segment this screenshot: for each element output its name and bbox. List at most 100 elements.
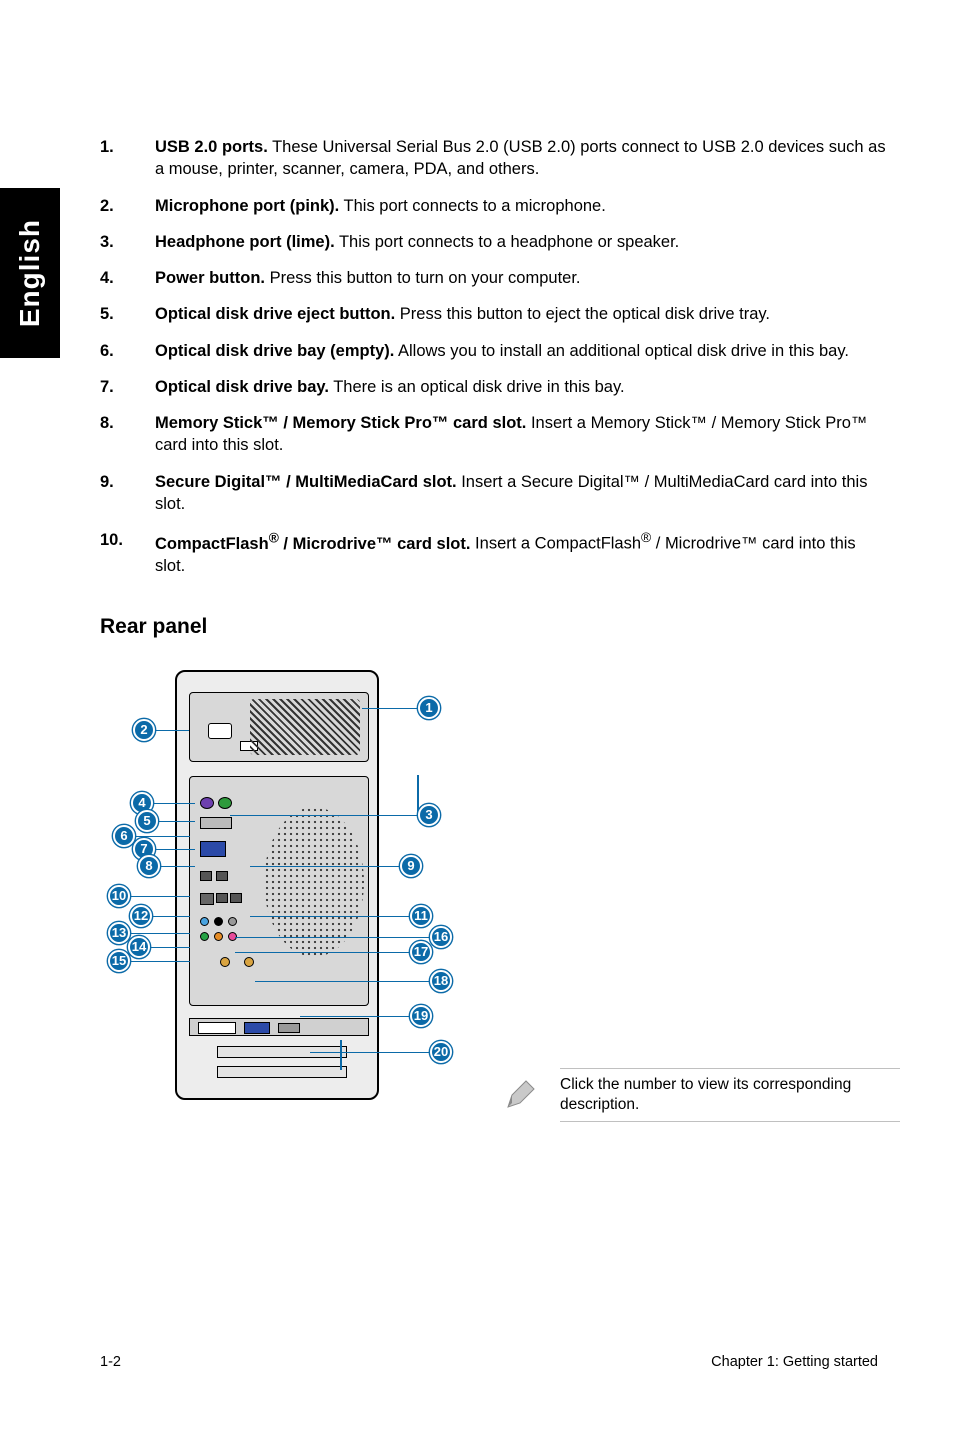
language-tab: English [0,188,60,358]
item-number: 2. [100,195,155,217]
pencil-icon [500,1075,540,1115]
item-number: 5. [100,303,155,325]
footer-page-number: 1-2 [100,1354,121,1370]
lead-line [135,836,190,838]
page: English 1.USB 2.0 ports. These Universal… [0,0,954,1438]
item-desc: Headphone port (lime). This port connect… [155,231,890,253]
vga-card-port-icon [244,1022,270,1034]
item-title: USB 2.0 ports. [155,138,268,156]
lan-port-icon [200,893,214,905]
language-tab-label: English [14,219,46,327]
audio-jack-icon [200,917,209,926]
lead-line [235,952,410,954]
callout-14[interactable]: 14 [128,936,150,958]
sup: ® [641,530,651,545]
list-item: 6.Optical disk drive bay (empty). Allows… [100,340,890,362]
expansion-slot-icon [217,1066,347,1078]
item-number: 10. [100,529,155,577]
callout-11[interactable]: 11 [410,905,432,927]
item-number: 7. [100,376,155,398]
port-row-icon [200,817,232,829]
lead-line [155,849,195,851]
item-number: 3. [100,231,155,253]
audio-jack-icon [228,917,237,926]
callout-3[interactable]: 3 [418,804,440,826]
lead-line [417,775,419,815]
note-row: Click the number to view its correspondi… [500,1062,900,1128]
callout-16[interactable]: 16 [430,926,452,948]
vga-port-icon [200,841,226,857]
item-number: 8. [100,412,155,457]
note-text-wrap: Click the number to view its correspondi… [560,1062,900,1128]
hdmi-port-icon [278,1023,300,1033]
callout-15[interactable]: 15 [108,950,130,972]
item-title: Microphone port (pink). [155,197,339,215]
psu-grill-icon [250,699,360,755]
port-list: 1.USB 2.0 ports. These Universal Serial … [100,136,890,577]
callout-13[interactable]: 13 [108,922,130,944]
callout-18[interactable]: 18 [430,970,452,992]
callout-6[interactable]: 6 [113,825,135,847]
item-text: This port connects to a microphone. [339,197,606,215]
audio-jack-icon [214,917,223,926]
ps2-mouse-icon [218,797,232,809]
callout-10[interactable]: 10 [108,885,130,907]
item-text: Allows you to install an additional opti… [394,342,849,360]
graphics-card-bracket [189,1018,369,1036]
item-desc: CompactFlash® / Microdrive™ card slot. I… [155,529,890,577]
io-grill-icon [264,807,364,957]
ps2-keyboard-icon [200,797,214,809]
lead-line [130,933,190,935]
item-number: 4. [100,267,155,289]
item-title: Optical disk drive bay. [155,378,329,396]
item-title: Power button. [155,269,265,287]
note-box: Click the number to view its correspondi… [500,1062,900,1128]
callout-9[interactable]: 9 [400,855,422,877]
item-title: Optical disk drive eject button. [155,305,395,323]
callout-5[interactable]: 5 [136,810,158,832]
lead-line [130,961,190,963]
item-text: Insert a CompactFlash [470,535,641,553]
callout-19[interactable]: 19 [410,1005,432,1027]
callout-8[interactable]: 8 [138,855,160,877]
page-footer: 1-2 Chapter 1: Getting started [100,1354,878,1370]
callout-1[interactable]: 1 [418,697,440,719]
list-item: 9.Secure Digital™ / MultiMediaCard slot.… [100,471,890,516]
power-plug-icon [208,723,232,739]
lead-line [150,947,190,949]
lead-line [310,1052,430,1054]
item-desc: Optical disk drive bay (empty). Allows y… [155,340,890,362]
usb-port-icon [216,893,228,903]
lead-line [158,821,195,823]
item-number: 1. [100,136,155,181]
audio-jack-icon [214,932,223,941]
item-desc: Memory Stick™ / Memory Stick Pro™ card s… [155,412,890,457]
rule-line [560,1121,900,1122]
item-text: Press this button to eject the optical d… [395,305,770,323]
list-item: 2.Microphone port (pink). This port conn… [100,195,890,217]
list-item: 3.Headphone port (lime). This port conne… [100,231,890,253]
lead-line [230,815,418,817]
lead-line [340,1040,342,1070]
list-item: 5.Optical disk drive eject button. Press… [100,303,890,325]
list-item: 7.Optical disk drive bay. There is an op… [100,376,890,398]
lead-line [152,916,190,918]
item-title: Secure Digital™ / MultiMediaCard slot. [155,473,457,491]
coax-port-icon [220,957,230,967]
content-area: 1.USB 2.0 ports. These Universal Serial … [100,136,890,1120]
psu-box [189,692,369,762]
lead-line [250,866,400,868]
audio-jack-icon [200,932,209,941]
callout-12[interactable]: 12 [130,905,152,927]
rear-panel-diagram: 1 3 9 11 16 17 18 19 20 2 4 5 [100,660,460,1120]
callout-20[interactable]: 20 [430,1041,452,1063]
callout-17[interactable]: 17 [410,941,432,963]
item-desc: Secure Digital™ / MultiMediaCard slot. I… [155,471,890,516]
lead-line [130,896,190,898]
lead-line [235,937,430,939]
item-text: This port connects to a headphone or spe… [335,233,680,251]
lead-line [250,916,410,918]
callout-2[interactable]: 2 [133,719,155,741]
lead-line [255,981,430,983]
rear-panel-heading: Rear panel [100,613,890,641]
